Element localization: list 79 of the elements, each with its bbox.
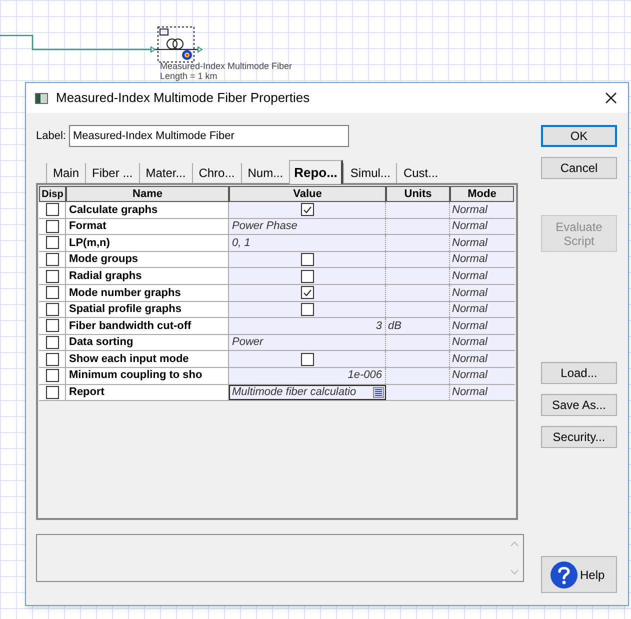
dialog-button[interactable]: Load... [541, 362, 617, 384]
checkbox[interactable] [300, 352, 314, 366]
table-cell: Minimum coupling to sho [66, 368, 229, 384]
checkbox[interactable] [46, 352, 58, 366]
tab[interactable]: Simul... [343, 163, 396, 183]
table-cell: Calculate graphs [66, 202, 229, 218]
checkbox[interactable] [46, 253, 58, 266]
checkbox[interactable] [46, 286, 58, 300]
table-cell: Normal [450, 252, 514, 268]
help-icon [550, 560, 578, 588]
table-cell: Radial graphs [66, 268, 229, 284]
window-title: Measured-Index Multimode Fiber Properties [56, 89, 311, 108]
checkbox[interactable] [300, 286, 314, 300]
table-cell: Power [229, 334, 386, 350]
table-cell: Mode groups [66, 252, 229, 268]
component-caption: Length = 1 km [160, 71, 218, 81]
checkbox[interactable] [46, 319, 58, 332]
dialog-button[interactable]: Security... [541, 426, 617, 448]
table-cell [386, 218, 450, 234]
table-cell: Normal [450, 235, 514, 251]
checkmark-icon [302, 288, 312, 297]
column-header[interactable]: Units [386, 186, 450, 202]
column-header[interactable]: Value [229, 186, 386, 202]
table-cell: Normal [450, 268, 514, 284]
table-cell: Spatial profile graphs [66, 302, 229, 318]
checkbox[interactable] [46, 302, 58, 316]
dialog-button[interactable]: OK [541, 125, 617, 147]
table-cell: Power Phase [229, 218, 386, 234]
table-cell: Format [66, 218, 229, 234]
window-icon [35, 92, 48, 104]
report-dropdown[interactable]: Multimode fiber calculatio [229, 384, 386, 400]
table-cell: 1e-006 [229, 368, 386, 384]
table-cell: Normal [450, 284, 514, 301]
table-cell [386, 368, 450, 384]
table-cell: Normal [450, 368, 514, 384]
dialog-button[interactable]: Save As... [541, 394, 617, 416]
column-header[interactable]: Name [66, 186, 229, 202]
table-cell: Fiber bandwidth cut-off [66, 318, 229, 334]
table-cell: Normal [450, 218, 514, 234]
help-button[interactable]: Help [541, 556, 617, 593]
table-cell: Data sorting [66, 334, 229, 350]
close-icon[interactable] [605, 92, 617, 104]
label-field[interactable]: Measured-Index Multimode Fiber [68, 125, 349, 147]
table-cell: 0, 1 [229, 235, 386, 251]
table-cell: Normal [450, 351, 514, 367]
list-icon[interactable] [373, 386, 384, 398]
table-cell: 3 [229, 318, 386, 334]
table-cell: Normal [450, 384, 514, 400]
checkbox[interactable] [300, 270, 314, 283]
table-cell: Normal [450, 318, 514, 334]
table-cell [386, 384, 450, 400]
checkbox[interactable] [300, 302, 314, 316]
checkbox[interactable] [46, 203, 58, 216]
table-cell: Report [66, 384, 229, 400]
table-cell: Normal [450, 202, 514, 218]
table-cell: LP(m,n) [66, 235, 229, 251]
table-cell [386, 334, 450, 350]
tab[interactable]: Repo... [289, 160, 344, 184]
checkbox[interactable] [300, 203, 314, 216]
checkbox[interactable] [46, 220, 58, 233]
checkbox[interactable] [46, 386, 58, 399]
table-cell: dB [386, 318, 450, 334]
table-cell: Normal [450, 334, 514, 350]
checkbox[interactable] [300, 253, 314, 266]
checkbox[interactable] [46, 369, 58, 382]
column-header[interactable]: Mode [450, 186, 514, 202]
table-cell: Show each input mode [66, 351, 229, 367]
checkbox[interactable] [46, 236, 58, 250]
component-caption: Measured-Index Multimode Fiber [160, 61, 292, 71]
table-cell: Mode number graphs [66, 284, 229, 301]
fiber-component-drawing[interactable] [150, 26, 205, 63]
column-header[interactable]: Disp [39, 186, 66, 202]
table-cell: Normal [450, 302, 514, 318]
checkbox[interactable] [46, 336, 58, 350]
checkmark-icon [302, 206, 312, 214]
table-cell [386, 235, 450, 251]
dialog-button[interactable]: Cancel [541, 157, 617, 179]
label-caption: Label: [36, 128, 66, 144]
checkbox[interactable] [46, 270, 58, 283]
